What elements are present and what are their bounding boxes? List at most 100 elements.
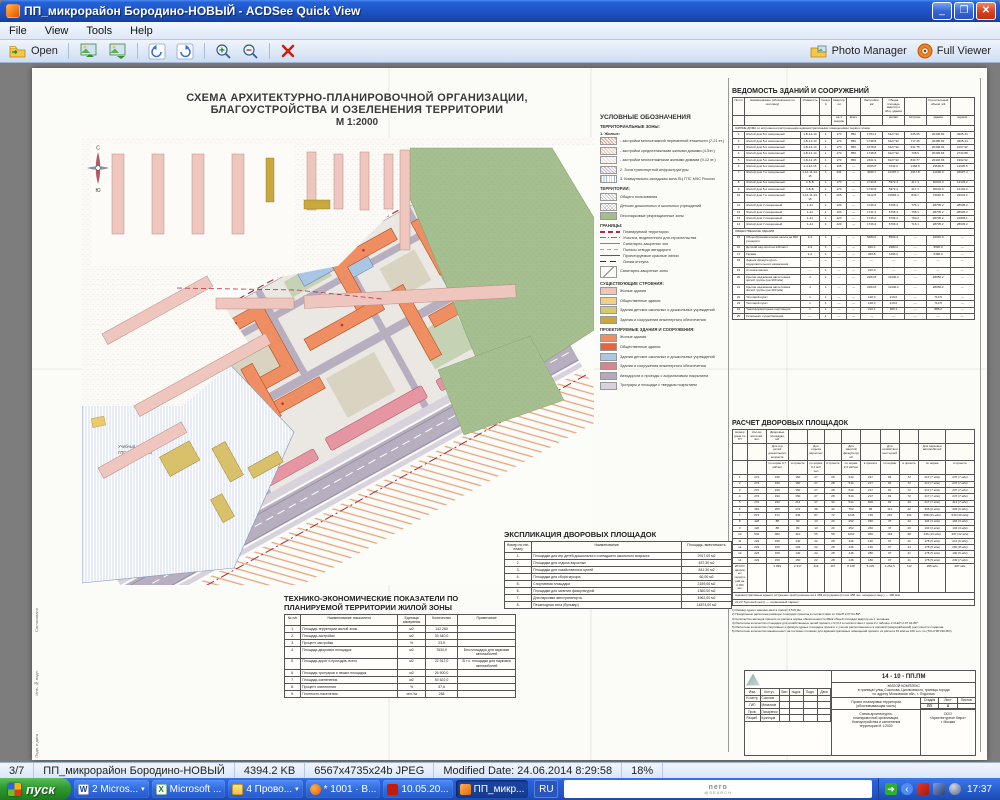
table-cell: 2 999 bbox=[767, 564, 789, 593]
table-cell: ИТОГО дворовых территорий на 4 184 чел. bbox=[733, 564, 748, 593]
table-cell: Для игр детей дошкольного возраста bbox=[767, 444, 789, 462]
legend-item-label: Лесопарковые рекреационные зоны bbox=[620, 214, 684, 218]
table-cell: 2159,00 м2 bbox=[682, 581, 732, 588]
legend-swatch-hatch-purple bbox=[600, 166, 617, 174]
task-label: Microsoft ... bbox=[170, 784, 222, 795]
language-indicator[interactable]: RU bbox=[534, 780, 558, 798]
taskbar-task-acdsee[interactable]: ПП_микр... bbox=[456, 780, 529, 798]
tray-display-icon[interactable] bbox=[933, 783, 945, 795]
taskbar-task-folder[interactable]: 4 Прово...▾ bbox=[228, 780, 302, 798]
legend-item: Общего пользования bbox=[600, 193, 746, 201]
status-page-index: 3/7 bbox=[0, 763, 34, 778]
toolbar: Open bbox=[0, 40, 1000, 63]
table-cell bbox=[748, 444, 767, 462]
tray-antivirus-icon[interactable] bbox=[917, 783, 929, 795]
close-button[interactable]: ✕ bbox=[976, 2, 996, 20]
tray-download-icon[interactable]: ➜ bbox=[885, 783, 897, 795]
table-cell: Наименование (обозначение по генплану) bbox=[745, 98, 801, 116]
open-label: Open bbox=[31, 45, 58, 57]
table-cell: по норме bbox=[919, 461, 946, 475]
table-cell: 1. bbox=[285, 626, 301, 633]
table-cell: 3. bbox=[505, 567, 532, 574]
table-cell: — bbox=[847, 236, 862, 246]
delete-button[interactable] bbox=[275, 41, 301, 61]
table-cell: Площадки для хозяйственных целей bbox=[532, 567, 682, 574]
table-cell bbox=[748, 564, 767, 593]
excel-icon: X bbox=[156, 784, 167, 795]
rotate-left-button[interactable] bbox=[143, 41, 171, 61]
table-cell bbox=[842, 430, 861, 444]
taskbar-task-excel[interactable]: XMicrosoft ... bbox=[152, 780, 226, 798]
photo-manager-button[interactable]: Photo Manager bbox=[805, 41, 912, 61]
word-icon: W bbox=[78, 784, 89, 795]
taskbar-task-word[interactable]: W2 Micros...▾ bbox=[74, 780, 149, 798]
taskbar-task-pdf[interactable]: 10.05.20... bbox=[383, 780, 452, 798]
nero-search-deskband[interactable]: nero @SEARCH bbox=[564, 780, 872, 798]
table-cell: 7634,0 bbox=[426, 647, 458, 658]
menu-view[interactable]: View bbox=[36, 22, 78, 39]
table-cell: 37,6 bbox=[426, 684, 458, 691]
table-cell: — bbox=[951, 285, 975, 295]
table-cell: Дата bbox=[818, 689, 832, 696]
table-cell bbox=[790, 715, 804, 722]
table-cell: Застройки, м2 bbox=[861, 98, 883, 116]
menu-help[interactable]: Help bbox=[121, 22, 162, 39]
taskbar-task-firefox[interactable]: * 1001 · B... bbox=[306, 780, 381, 798]
table-cell: 22 912,0 bbox=[426, 659, 458, 670]
menu-tools[interactable]: Tools bbox=[77, 22, 121, 39]
table-cell: 3. bbox=[285, 640, 301, 647]
legend-item-label: Автодороги и проезды с асфальтовым покры… bbox=[620, 374, 708, 378]
pdf-icon bbox=[387, 784, 398, 795]
legend-item: Тротуары и площади с твердым покрытием bbox=[600, 382, 746, 390]
table-cell bbox=[946, 444, 975, 462]
tep-title: ТЕХНИКО-ЭКОНОМИЧЕСКИЕ ПОКАЗАТЕЛИ ПО ПЛАН… bbox=[284, 594, 516, 612]
table-cell bbox=[818, 702, 832, 709]
toolbar-separator bbox=[68, 43, 69, 59]
maximize-button[interactable]: ❐ bbox=[954, 2, 974, 20]
task-group-chevron-icon[interactable]: ▾ bbox=[295, 785, 299, 793]
table-cell: Соколов bbox=[761, 696, 780, 703]
full-viewer-button[interactable]: Full Viewer bbox=[912, 41, 996, 61]
table-cell: 4962,00 м2 bbox=[682, 595, 732, 602]
table-cell: — bbox=[927, 314, 951, 320]
legend-item-label: Здания и сооружения инженерного обеспече… bbox=[620, 318, 706, 322]
start-button[interactable]: пуск bbox=[0, 778, 71, 800]
legend-swatch-fill-salmon bbox=[600, 334, 617, 342]
task-label: ПП_микр... bbox=[474, 784, 525, 795]
table-cell: 8500.4 bbox=[883, 236, 905, 246]
table-cell: на 1 секцию bbox=[832, 116, 847, 126]
legend-swatch-fill-green bbox=[600, 212, 617, 220]
table-cell: 5 229 bbox=[861, 564, 880, 593]
yard-explication: ЭКСПЛИКАЦИЯ ДВОРОВЫХ ПЛОЩАДОК Номер по г… bbox=[504, 530, 732, 609]
task-group-chevron-icon[interactable]: ▾ bbox=[141, 785, 145, 793]
table-cell: 33 440,0 bbox=[426, 633, 458, 640]
system-tray: ➜ ‹ 17:37 bbox=[878, 778, 1000, 800]
minimize-button[interactable]: _ bbox=[932, 2, 952, 20]
table-cell bbox=[804, 709, 818, 716]
task-label: 2 Micros... bbox=[92, 784, 138, 795]
table-cell: 1 bbox=[820, 193, 832, 203]
compass-north-label: С bbox=[96, 146, 100, 152]
tray-volume-icon[interactable] bbox=[949, 783, 961, 795]
table-cell: 23034.2 bbox=[951, 193, 975, 203]
table-cell: 20 bbox=[733, 275, 745, 285]
yard-calc-table: Номер дома по ГПКол-во жителей, чел.Двор… bbox=[732, 429, 975, 606]
image-viewer-canvas[interactable]: СХЕМА АРХИТЕКТУРНО-ПЛАНИРОВОЧНОЙ ОРГАНИЗ… bbox=[0, 63, 1000, 762]
zoom-in-button[interactable] bbox=[210, 41, 237, 61]
open-button[interactable]: Open bbox=[4, 41, 63, 61]
tray-collapse-chevron-icon[interactable]: ‹ bbox=[901, 783, 913, 795]
rotate-right-button[interactable] bbox=[171, 41, 199, 61]
title-bar[interactable]: ПП_микрорайон Бородино-НОВЫЙ - ACDSee Qu… bbox=[0, 0, 1000, 22]
table-cell bbox=[825, 430, 842, 444]
legend-swatch-hatch-red-light bbox=[600, 147, 617, 155]
menu-file[interactable]: File bbox=[0, 22, 36, 39]
table-cell: Общая площадь квартир и общ. здания bbox=[883, 98, 905, 116]
next-image-button[interactable] bbox=[103, 41, 132, 61]
previous-image-button[interactable] bbox=[74, 41, 103, 61]
zoom-out-button[interactable] bbox=[237, 41, 264, 61]
table-cell: 1 bbox=[820, 171, 832, 181]
full-viewer-icon bbox=[917, 43, 933, 59]
yard-explication-title: ЭКСПЛИКАЦИЯ ДВОРОВЫХ ПЛОЩАДОК bbox=[504, 530, 732, 539]
site-plan-map: Учебный центр ГПС МЧС России bbox=[82, 138, 594, 585]
table-cell bbox=[780, 696, 790, 703]
